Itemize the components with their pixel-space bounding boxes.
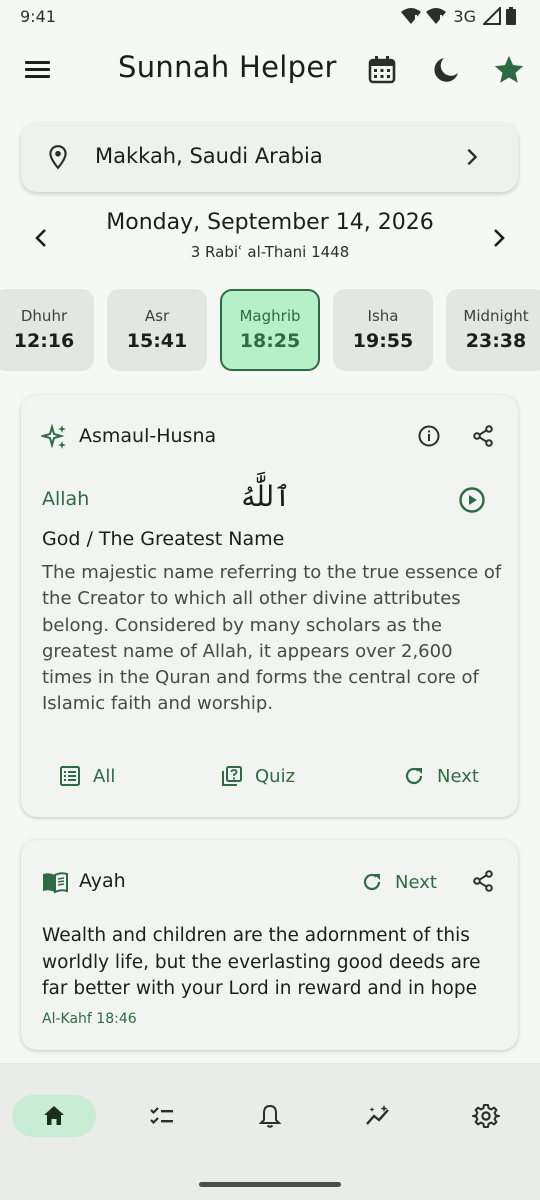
prayer-time: 23:38 — [465, 330, 527, 352]
prayer-time: 12:16 — [13, 330, 75, 352]
gregorian-date: Monday, September 14, 2026 — [106, 210, 434, 235]
name-arabic: ٱللَّٰهُ — [241, 480, 291, 513]
menu-icon — [25, 61, 50, 78]
nav-home[interactable] — [12, 1095, 96, 1137]
home-icon — [44, 1106, 64, 1125]
app-bar: Sunnah Helper — [0, 40, 540, 100]
checklist-icon — [150, 1107, 173, 1125]
prayer-tile-midnight[interactable]: Midnight 23:38 — [446, 289, 540, 371]
quiz-icon — [222, 766, 242, 786]
share-icon — [473, 870, 493, 892]
location-pin-icon — [49, 145, 67, 170]
next-name-button[interactable]: Next — [403, 761, 479, 791]
prayer-name: Midnight — [463, 307, 529, 325]
play-audio-button[interactable] — [458, 486, 486, 514]
share-button[interactable] — [471, 424, 495, 448]
prayer-name: Asr — [144, 307, 170, 325]
sparkle-icon — [41, 423, 66, 449]
ayah-reference: Al-Kahf 18:46 — [42, 1011, 137, 1027]
battery-icon — [506, 7, 516, 25]
all-names-button[interactable]: All — [59, 761, 115, 791]
next-ayah-button[interactable]: Next — [361, 867, 437, 897]
quiz-label: Quiz — [255, 765, 296, 787]
status-bar: 9:41 3G — [0, 0, 540, 32]
share-button[interactable] — [471, 869, 495, 893]
star-icon — [494, 55, 524, 83]
refresh-icon — [363, 873, 381, 891]
favorites-button[interactable] — [492, 53, 526, 87]
chevron-right-icon — [494, 229, 505, 247]
info-button[interactable] — [417, 424, 441, 448]
nav-settings[interactable] — [444, 1095, 528, 1137]
dark-mode-button[interactable] — [430, 54, 462, 86]
next-label: Next — [437, 765, 479, 787]
prayer-time: 15:41 — [126, 330, 188, 352]
prayer-time: 18:25 — [239, 330, 301, 352]
prayer-tile-dhuhr[interactable]: Dhuhr 12:16 — [0, 289, 94, 371]
name-description: The majestic name referring to the true … — [42, 562, 502, 715]
info-icon — [418, 425, 440, 447]
refresh-icon — [405, 767, 423, 785]
nav-notifications[interactable] — [228, 1095, 312, 1137]
book-icon — [43, 872, 68, 894]
hijri-date: 3 Rabiʿ al-Thani 1448 — [190, 243, 350, 261]
calendar-button[interactable] — [366, 54, 398, 86]
nav-checklist[interactable] — [120, 1095, 204, 1137]
menu-button[interactable] — [22, 54, 54, 86]
share-icon — [473, 425, 493, 447]
card-title: Ayah — [79, 870, 126, 892]
settings-icon — [472, 1104, 500, 1128]
quiz-button[interactable]: Quiz — [221, 761, 295, 791]
prayer-time: 19:55 — [352, 330, 414, 352]
location-selector[interactable]: Makkah, Saudi Arabia — [21, 122, 518, 192]
prayer-name: Dhuhr — [20, 307, 68, 325]
network-type: 3G — [453, 6, 476, 26]
prayer-name: Maghrib — [239, 307, 301, 325]
wifi-icon — [426, 8, 447, 24]
play-icon — [459, 487, 485, 513]
moon-icon — [434, 58, 458, 82]
status-time: 9:41 — [20, 6, 56, 26]
card-title: Asmaul-Husna — [79, 425, 217, 447]
card-actions: All Quiz Next — [21, 761, 518, 791]
prayer-times-row: Dhuhr 12:16 Asr 15:41 Maghrib 18:25 Isha… — [0, 289, 540, 373]
wifi-icon — [401, 8, 422, 24]
app-title: Sunnah Helper — [118, 50, 337, 84]
date-navigator: Monday, September 14, 2026 3 Rabiʿ al-Th… — [0, 208, 540, 268]
next-label: Next — [395, 871, 437, 893]
nav-analytics[interactable] — [336, 1095, 420, 1137]
next-day-button[interactable] — [486, 226, 510, 250]
bottom-navigation — [0, 1063, 540, 1200]
chevron-right-icon — [467, 148, 478, 166]
asmaul-husna-card: Asmaul-Husna Allah ٱللَّٰهُ God / The Gr… — [21, 395, 518, 817]
analytics-icon — [366, 1105, 389, 1125]
name-transliteration: Allah — [42, 488, 90, 510]
ayah-card: Ayah Next Wealth and children are the ad… — [21, 840, 518, 1050]
signal-icon — [483, 7, 501, 25]
bell-icon — [258, 1104, 282, 1128]
status-icons: 3G — [401, 7, 516, 26]
ayah-text: Wealth and children are the adornment of… — [42, 925, 481, 999]
prayer-name: Isha — [367, 307, 399, 325]
list-icon — [60, 766, 80, 786]
prayer-tile-isha[interactable]: Isha 19:55 — [333, 289, 433, 371]
calendar-icon — [368, 56, 396, 84]
name-meaning: God / The Greatest Name — [42, 528, 285, 550]
location-label: Makkah, Saudi Arabia — [95, 144, 323, 168]
home-gesture-handle — [199, 1182, 341, 1187]
prayer-tile-maghrib[interactable]: Maghrib 18:25 — [220, 289, 320, 371]
prayer-tile-asr[interactable]: Asr 15:41 — [107, 289, 207, 371]
all-label: All — [93, 765, 116, 787]
